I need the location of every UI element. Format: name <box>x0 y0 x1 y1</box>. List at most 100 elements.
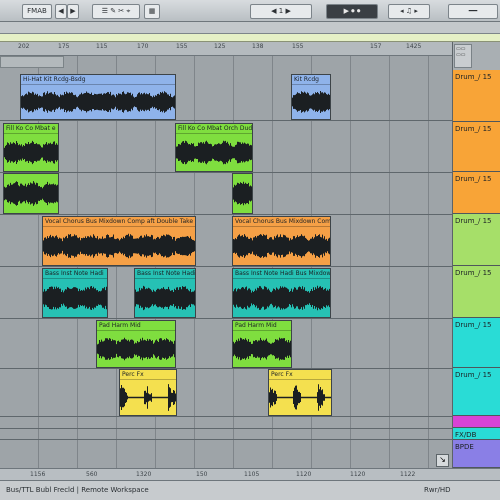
transport-bar: FMAB ◀ ▶ ☰ ✎ ✂ ⌖ ▦ ◀ 1 ▶ ▶ ⏺ ⏺ ◂ ♫ ▸ ━━ <box>0 0 500 22</box>
position-display[interactable]: ◀ 1 ▶ <box>250 4 312 19</box>
track-name: Drum_/ 15 <box>455 217 492 225</box>
clip-title: Perc Fx <box>120 370 176 380</box>
status-bar: Bus/TTL Bubl Frecld | Remote Workspace R… <box>0 480 500 500</box>
ruler-label: 175 <box>58 43 70 50</box>
waveform <box>43 286 107 310</box>
clip-title: Bass Inst Note Hadi <box>135 270 195 279</box>
clip-title: Fill Ko Co Mbat e Mcuh <box>4 124 58 134</box>
track-name: Drum_/ 15 <box>455 73 492 81</box>
clip-title: Pad Harm Mid <box>97 321 175 331</box>
ruler-label: 1425 <box>406 43 422 50</box>
clip-title: Fill Ko Co Mbat Orch Duds <box>176 125 252 134</box>
ruler-label: 202 <box>18 43 30 50</box>
audio-clip[interactable]: Perc Fx <box>119 369 177 416</box>
track-name: BPDE <box>455 443 474 451</box>
waveform <box>269 384 331 411</box>
ruler-label: 1156 <box>30 471 46 478</box>
scroll-corner-icon[interactable]: ↘ <box>436 454 449 467</box>
ruler-label: 138 <box>252 43 264 50</box>
audio-clip[interactable] <box>3 173 59 214</box>
ruler-label: 170 <box>137 43 149 50</box>
bottom-ruler[interactable]: 1156 560 1320 150 1105 1120 1120 1122 <box>0 468 500 480</box>
waveform <box>43 233 195 259</box>
arrangement-area[interactable]: Hi-Hat Kit Rcdg-Bsdg Kit Rcdg Fill Ko Co… <box>0 56 452 468</box>
waveform <box>233 337 291 361</box>
status-right-text: Rwr/HD <box>424 486 451 494</box>
audio-clip[interactable]: Fill Ko Co Mbat Orch Duds <box>175 123 253 172</box>
track-name: Drum_/ 15 <box>455 175 492 183</box>
ruler-label: 157 <box>370 43 382 50</box>
ruler-label: 115 <box>96 43 108 50</box>
track-header[interactable]: Drum_/ 15 <box>453 368 500 416</box>
overview-strip <box>0 22 500 34</box>
audio-clip[interactable]: Bass Inst Note Hadi Bus Mixdown Comp <box>232 268 331 318</box>
track-header[interactable]: FX/DB <box>453 428 500 440</box>
ruler-label: 1105 <box>244 471 260 478</box>
waveform <box>97 337 175 361</box>
ruler-label: 560 <box>86 471 98 478</box>
play-controls-icon[interactable]: ▶ ⏺ ⏺ <box>326 4 378 19</box>
loop-bar[interactable] <box>0 34 500 42</box>
track-header[interactable]: Drum_/ 15 <box>453 122 500 172</box>
track-list: ▭▭ ▭▭ Drum_/ 15 Drum_/ 15 Drum_/ 15 Drum_… <box>452 42 500 468</box>
record-mode-icon[interactable]: ◂ ♫ ▸ <box>388 4 430 19</box>
fmab-button[interactable]: FMAB <box>22 4 52 19</box>
audio-clip[interactable]: Pad Harm Mid <box>232 320 292 368</box>
audio-clip[interactable]: Bass Inst Note Hadi <box>42 268 108 318</box>
cpu-meter-icon[interactable]: ━━ <box>448 4 498 19</box>
ruler-label: 1120 <box>350 471 366 478</box>
waveform <box>233 234 330 258</box>
clip-title: Pad Harm Mid <box>233 321 291 331</box>
clip-title: Vocal Chorus Bus Mixdown Comp <box>233 218 330 227</box>
grid-icon[interactable]: ▦ <box>144 4 160 19</box>
audio-clip[interactable]: Hi-Hat Kit Rcdg-Bsdg <box>20 74 176 120</box>
track-header[interactable] <box>453 416 500 428</box>
track-name: Drum_/ 15 <box>455 269 492 277</box>
waveform <box>233 285 330 311</box>
clip-title: Bass Inst Note Hadi Bus Mixdown Comp <box>233 269 330 279</box>
clip-title: Perc Fx <box>269 370 331 380</box>
region-marker[interactable] <box>0 56 64 68</box>
ruler-label: 155 <box>292 43 304 50</box>
track-header[interactable]: Drum_/ 15 <box>453 172 500 214</box>
ruler-label: 1120 <box>296 471 312 478</box>
track-header-controls[interactable]: ▭▭ ▭▭ <box>454 44 472 68</box>
audio-clip[interactable]: Bass Inst Note Hadi <box>134 268 196 318</box>
waveform <box>120 384 176 411</box>
loop-icon[interactable]: ◀ <box>55 4 67 19</box>
audio-clip[interactable]: Fill Ko Co Mbat e Mcuh <box>3 123 59 172</box>
track-header[interactable]: Drum_/ 15 <box>453 266 500 318</box>
ruler-label: 150 <box>196 471 208 478</box>
waveform <box>292 91 330 113</box>
audio-clip[interactable]: Pad Harm Mid <box>96 320 176 368</box>
audio-clip[interactable]: Vocal Chorus Bus Mixdown Comp aft Double… <box>42 216 196 266</box>
waveform <box>176 140 252 165</box>
waveform <box>21 91 175 113</box>
clip-title: Vocal Chorus Bus Mixdown Comp aft Double… <box>43 218 195 227</box>
edit-tools-icon[interactable]: ☰ ✎ ✂ ⌖ <box>92 4 140 19</box>
track-name: Drum_/ 15 <box>455 321 492 329</box>
waveform <box>4 140 58 165</box>
track-name: Drum_/ 15 <box>455 125 492 133</box>
ruler-label: 1320 <box>136 471 152 478</box>
audio-clip[interactable]: Vocal Chorus Bus Mixdown Comp <box>232 216 331 266</box>
waveform <box>4 181 58 206</box>
clip-title: Bass Inst Note Hadi <box>43 269 107 279</box>
clip-title: Kit Rcdg <box>292 75 330 85</box>
audio-clip[interactable]: Kit Rcdg <box>291 74 331 120</box>
track-header[interactable]: Drum_/ 15 <box>453 318 500 368</box>
audio-clip[interactable]: Perc Fx <box>268 369 332 416</box>
track-header[interactable]: BPDE <box>453 440 500 468</box>
track-name: Drum_/ 15 <box>455 371 492 379</box>
track-name: FX/DB <box>455 431 477 439</box>
waveform <box>135 285 195 311</box>
position-value: 1 <box>278 7 284 15</box>
loop-toggle-icon[interactable]: ▶ <box>67 4 79 19</box>
track-header[interactable]: Drum_/ 15 <box>453 70 500 122</box>
waveform <box>233 181 252 206</box>
timeline-ruler[interactable]: 202 175 115 170 155 125 138 155 157 1425 <box>0 42 452 56</box>
clip-title: Hi-Hat Kit Rcdg-Bsdg <box>21 75 175 85</box>
audio-clip[interactable] <box>232 173 253 214</box>
status-text: Bus/TTL Bubl Frecld | Remote Workspace <box>6 486 149 494</box>
track-header[interactable]: Drum_/ 15 <box>453 214 500 266</box>
